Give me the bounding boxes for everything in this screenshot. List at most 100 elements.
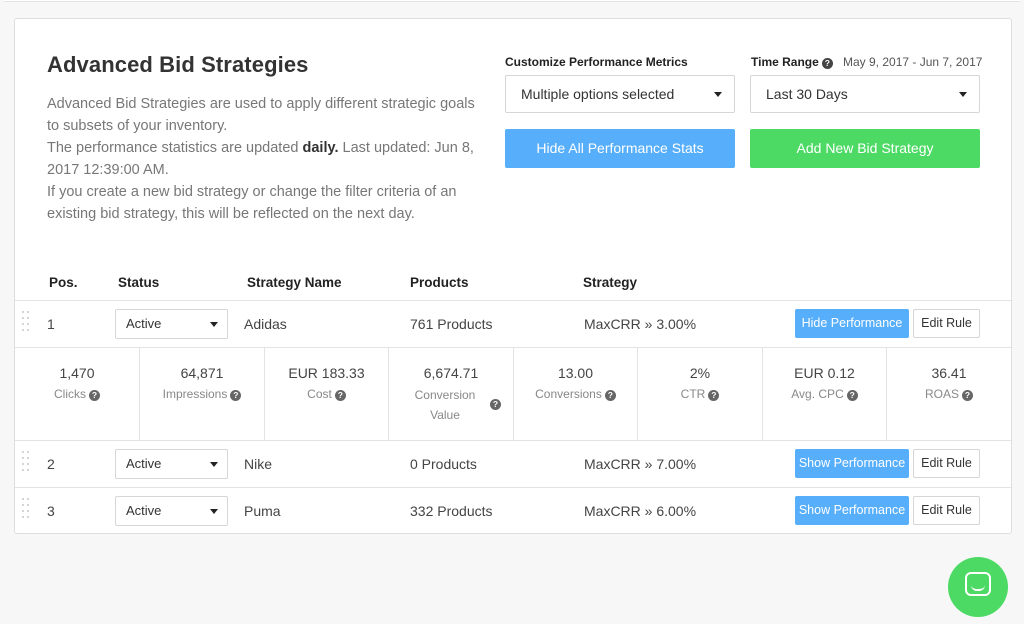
drag-handle-icon[interactable] [22, 451, 30, 477]
drag-handle-icon[interactable] [22, 498, 30, 524]
top-border [4, 0, 1020, 2]
description-line-3: If you create a new bid strategy or chan… [47, 184, 457, 222]
stat-value: 2% [689, 365, 711, 381]
help-icon[interactable]: ? [962, 390, 973, 401]
products-count: 332 Products [410, 503, 493, 519]
stat-label: CTR? [638, 387, 762, 401]
stat-conversion-value: 6,674.71 Conversion Value ? [389, 348, 514, 440]
caret-down-icon [959, 92, 967, 97]
table-row: 2 Active Nike 0 Products MaxCRR » 7.00% … [15, 440, 1011, 487]
status-select-value: Active [126, 503, 162, 518]
strategy-name: Nike [244, 456, 273, 472]
page-description: Advanced Bid Strategies are used to appl… [47, 93, 487, 225]
caret-down-icon [714, 92, 722, 97]
help-icon[interactable]: ? [334, 390, 346, 401]
stat-label: Avg. CPC? [763, 387, 886, 401]
stat-impressions: 64,871 Impressions? [140, 348, 265, 440]
strategy-value: MaxCRR » 3.00% [584, 316, 697, 332]
drag-handle-icon[interactable] [22, 311, 30, 337]
products-count: 0 Products [410, 456, 477, 472]
stat-label-text: Clicks [54, 387, 86, 401]
strategy-value: MaxCRR » 6.00% [584, 503, 697, 519]
stat-conversions: 13.00 Conversions? [514, 348, 638, 440]
stat-value: EUR 183.33 [288, 365, 365, 381]
caret-down-icon [210, 462, 218, 467]
table-row: 3 Active Puma 332 Products MaxCRR » 6.00… [15, 487, 1011, 534]
stat-value: 36.41 [931, 365, 967, 381]
metrics-select-value: Multiple options selected [521, 86, 675, 102]
chat-launcher-button[interactable] [948, 557, 1008, 617]
bid-strategies-panel: Advanced Bid Strategies Advanced Bid Str… [14, 18, 1012, 534]
stat-label-text: Impressions [162, 387, 228, 401]
caret-down-icon [210, 509, 218, 514]
column-header-status: Status [118, 275, 160, 290]
show-performance-button[interactable]: Show Performance [795, 449, 909, 478]
time-range-label: Time Range? [751, 55, 833, 69]
stat-label: ROAS? [887, 387, 1011, 401]
metrics-select[interactable]: Multiple options selected [505, 75, 735, 113]
stat-clicks: 1,470 Clicks? [15, 348, 140, 440]
hide-performance-button[interactable]: Hide Performance [795, 309, 909, 338]
stat-label-line-2: Value [430, 408, 460, 422]
column-header-strategy-name: Strategy Name [247, 275, 342, 290]
stat-label-text: CTR [680, 387, 706, 401]
page-title: Advanced Bid Strategies [47, 52, 309, 77]
stat-label: Conversions? [514, 387, 637, 401]
help-icon[interactable]: ? [821, 58, 833, 69]
help-icon[interactable]: ? [230, 390, 242, 401]
products-count: 761 Products [410, 316, 493, 332]
stat-label-text: ROAS [924, 387, 959, 401]
strategy-name: Puma [244, 503, 281, 519]
stat-label-text: Avg. CPC [791, 387, 844, 401]
help-icon[interactable]: ? [708, 390, 720, 401]
stat-avg-cpc: EUR 0.12 Avg. CPC? [763, 348, 887, 440]
table-row: 1 Active Adidas 761 Products MaxCRR » 3.… [15, 300, 1011, 347]
stat-cost: EUR 183.33 Cost? [265, 348, 389, 440]
caret-down-icon [210, 322, 218, 327]
stat-value: 13.00 [557, 365, 594, 381]
help-icon[interactable]: ? [89, 390, 100, 401]
stat-value: EUR 0.12 [794, 365, 855, 381]
stat-label-text: Conversions [535, 387, 602, 401]
status-select[interactable]: Active [115, 449, 228, 479]
stat-label: Cost? [265, 387, 388, 401]
edit-rule-button[interactable]: Edit Rule [913, 449, 980, 478]
stat-value: 1,470 [59, 365, 95, 381]
stat-ctr: 2% CTR? [638, 348, 763, 440]
stat-label-text: Cost [307, 387, 332, 401]
strategy-value: MaxCRR » 7.00% [584, 456, 697, 472]
edit-rule-button[interactable]: Edit Rule [913, 496, 980, 525]
stat-label: Impressions? [140, 387, 264, 401]
time-range-select-value: Last 30 Days [766, 86, 848, 102]
status-select[interactable]: Active [115, 496, 228, 526]
row-position: 1 [47, 316, 55, 332]
description-line-2-bold: daily. [302, 140, 339, 156]
description-line-2-prefix: The performance statistics are updated [47, 140, 303, 156]
stat-value: 6,674.71 [423, 365, 479, 381]
add-new-bid-strategy-button[interactable]: Add New Bid Strategy [750, 129, 980, 168]
date-range-text: May 9, 2017 - Jun 7, 2017 [843, 55, 983, 69]
stat-roas: 36.41 ROAS? [887, 348, 1011, 440]
show-performance-button[interactable]: Show Performance [795, 496, 909, 525]
column-header-strategy: Strategy [583, 275, 638, 290]
stat-label-line-1: Conversion [414, 388, 476, 402]
help-icon[interactable]: ? [846, 390, 858, 401]
hide-all-performance-button[interactable]: Hide All Performance Stats [505, 129, 735, 168]
stat-value: 64,871 [180, 365, 224, 381]
column-header-products: Products [410, 275, 469, 290]
row-position: 3 [47, 503, 55, 519]
status-select-value: Active [126, 316, 162, 331]
time-range-select[interactable]: Last 30 Days [750, 75, 980, 113]
help-icon[interactable]: ? [604, 390, 616, 401]
time-range-label-text: Time Range [751, 55, 819, 69]
metrics-label: Customize Performance Metrics [505, 55, 688, 69]
status-select[interactable]: Active [115, 309, 228, 339]
description-line-1: Advanced Bid Strategies are used to appl… [47, 96, 475, 134]
status-select-value: Active [126, 456, 162, 471]
help-icon[interactable]: ? [490, 399, 501, 410]
edit-rule-button[interactable]: Edit Rule [913, 309, 980, 338]
row-position: 2 [47, 456, 55, 472]
performance-stats: 1,470 Clicks? 64,871 Impressions? EUR 18… [15, 347, 1011, 440]
stat-label: Clicks? [15, 387, 139, 401]
column-header-pos: Pos. [49, 275, 78, 290]
